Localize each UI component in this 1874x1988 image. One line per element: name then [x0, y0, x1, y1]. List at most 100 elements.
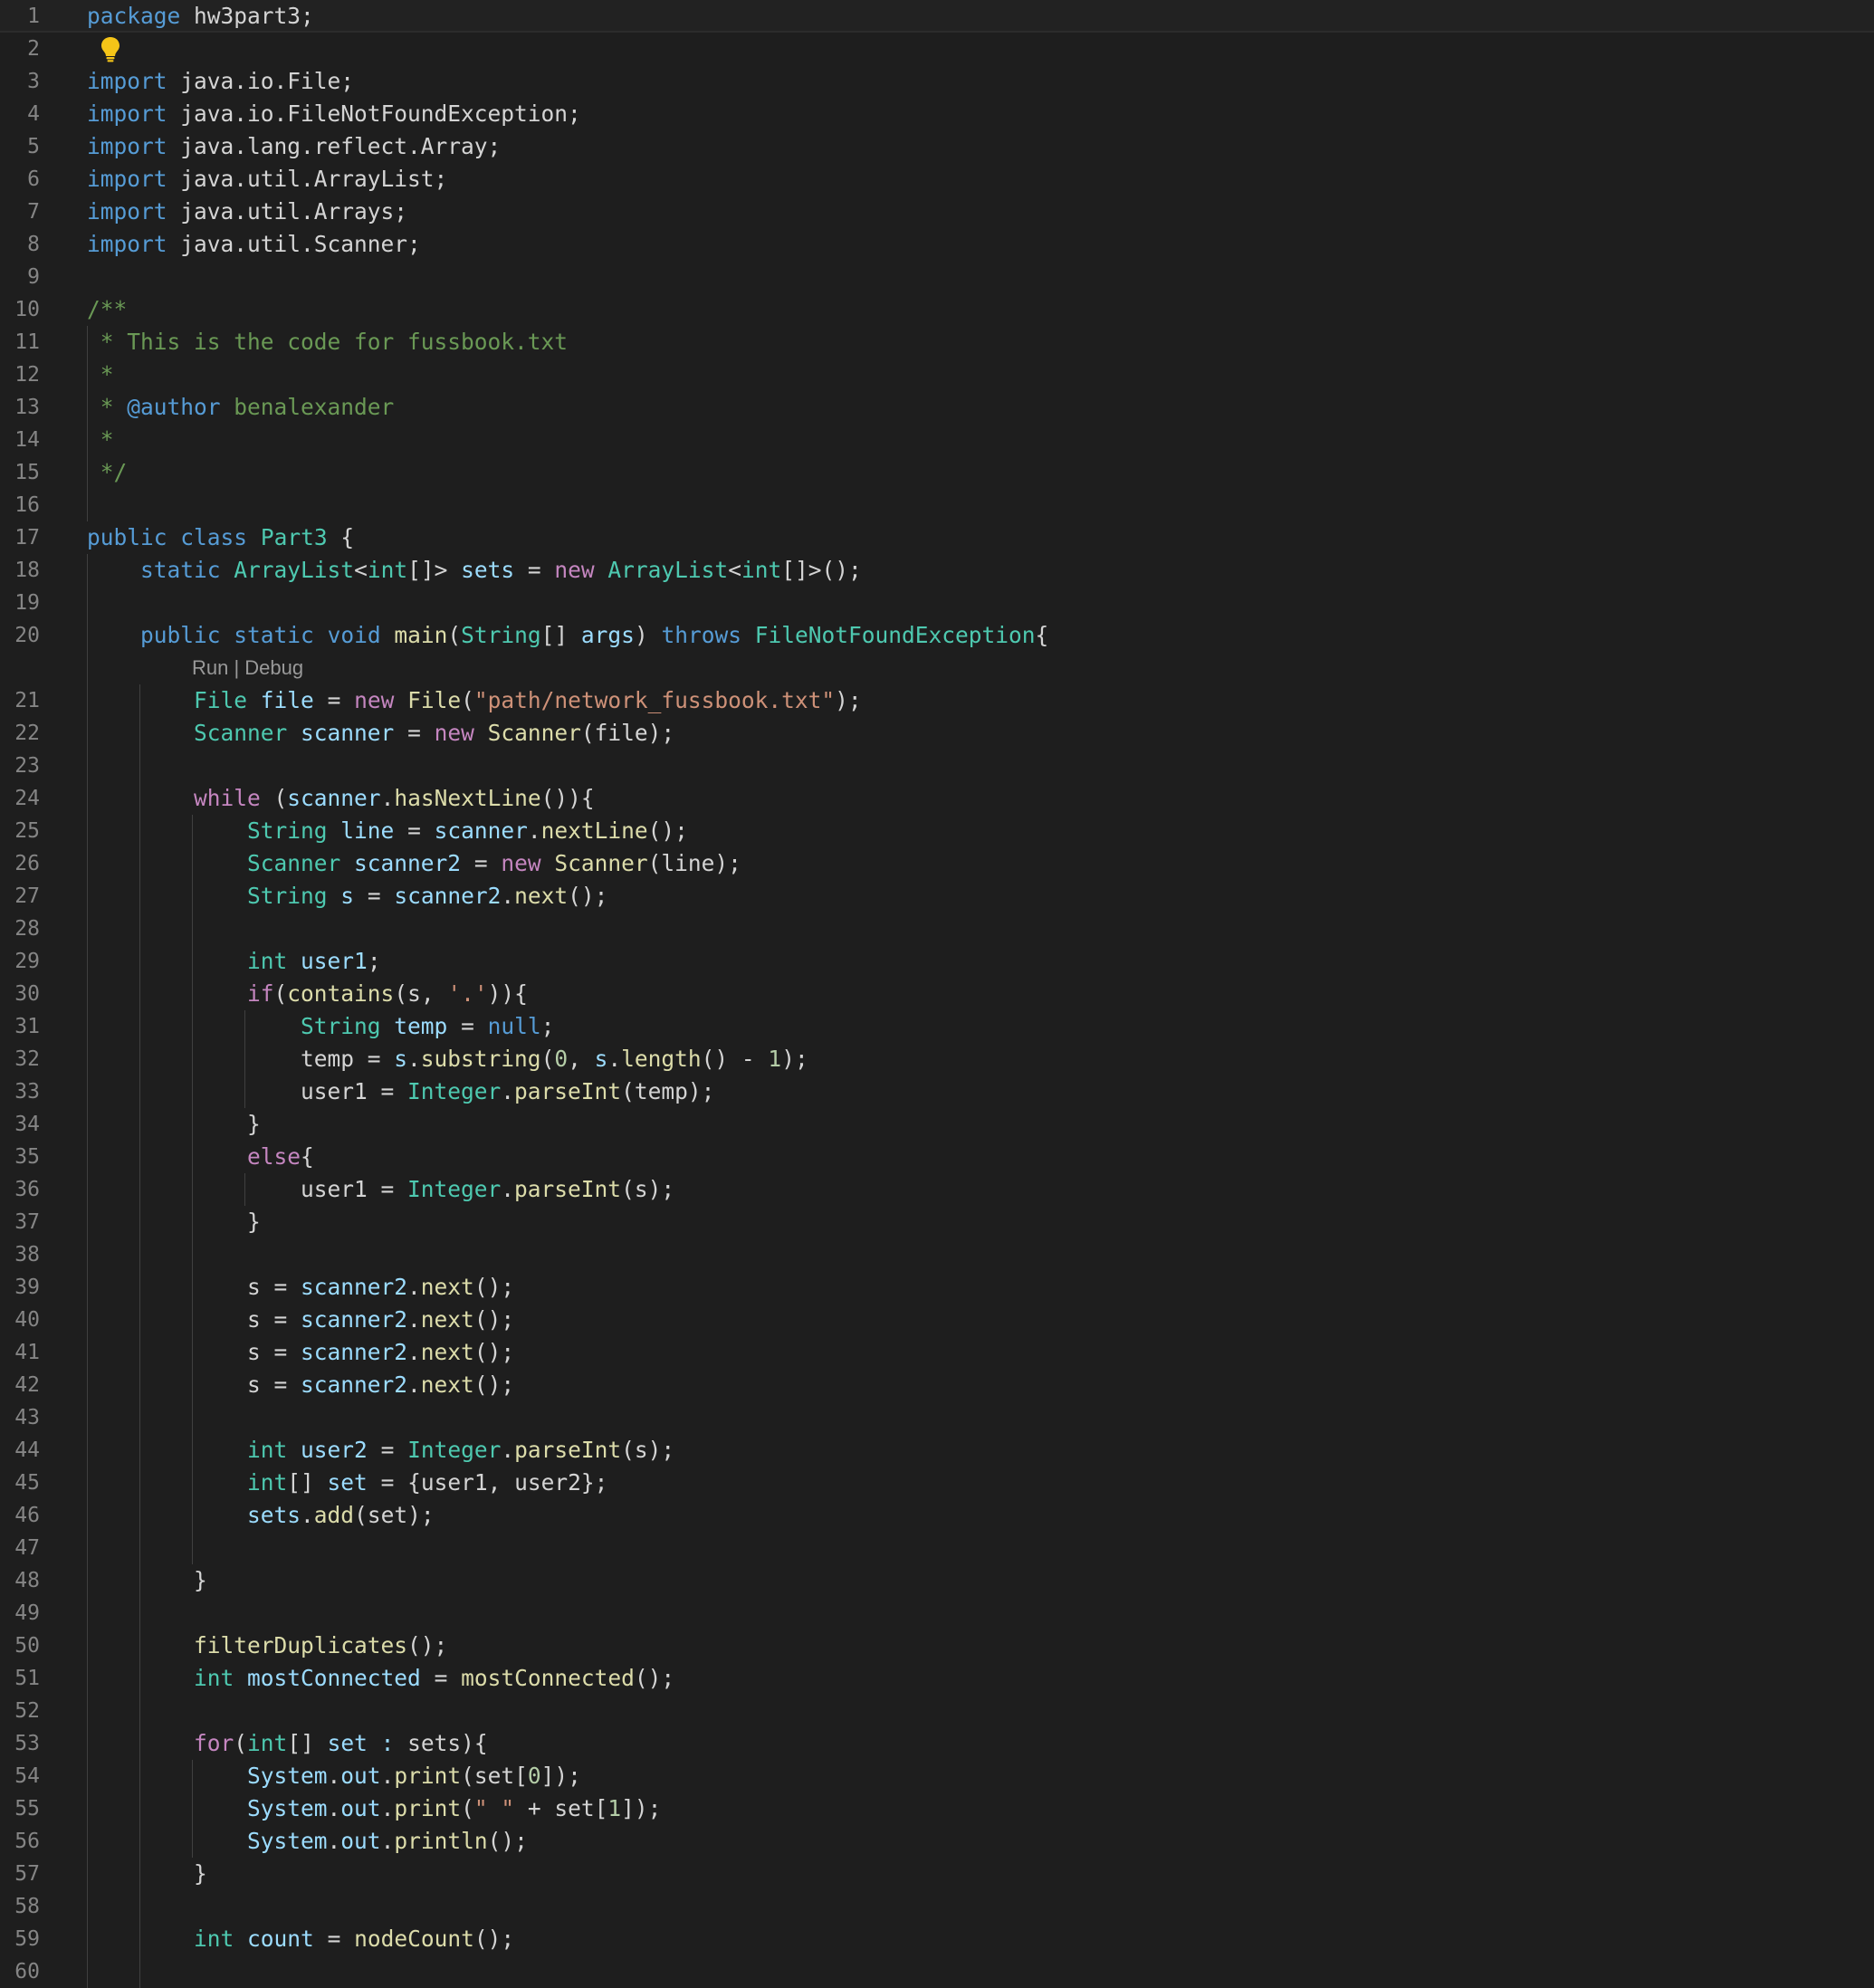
code-token: int [367, 557, 408, 583]
code-line[interactable]: 52 [0, 1695, 1874, 1727]
code-line[interactable]: 41 s = scanner2.next(); [0, 1336, 1874, 1369]
code-line[interactable]: 36 user1 = Integer.parseInt(s); [0, 1173, 1874, 1206]
code-line[interactable]: 4 import java.io.FileNotFoundException; [0, 98, 1874, 130]
line-number: 55 [14, 1797, 40, 1821]
code-line[interactable]: 43 [0, 1401, 1874, 1434]
code-line[interactable]: 21 File file = new File("path/network_fu… [0, 684, 1874, 717]
code-line[interactable]: 26 Scanner scanner2 = new Scanner(line); [0, 847, 1874, 880]
code-line[interactable]: 5 import java.lang.reflect.Array; [0, 130, 1874, 163]
code-token: 1 [607, 1795, 622, 1821]
code-line[interactable]: 54 System.out.print(set[0]); [0, 1760, 1874, 1792]
code-editor[interactable]: 1 package hw3part3; 2 3 import java.io.File;… [0, 0, 1874, 1988]
code-line[interactable]: 22 Scanner scanner = new Scanner(file); [0, 717, 1874, 750]
code-line[interactable]: 38 [0, 1238, 1874, 1271]
code-token: int [247, 1730, 288, 1756]
code-line[interactable]: 37 } [0, 1206, 1874, 1238]
code-line[interactable]: 19 [0, 587, 1874, 619]
code-line[interactable]: 3 import java.io.File; [0, 65, 1874, 98]
line-number: 6 [27, 167, 40, 191]
line-code: import java.io.FileNotFoundException; [87, 98, 581, 130]
code-token: FileNotFoundException [754, 622, 1036, 648]
code-line[interactable]: 44 int user2 = Integer.parseInt(s); [0, 1434, 1874, 1467]
code-line[interactable]: 31 String temp = null; [0, 1010, 1874, 1043]
line-number: 54 [14, 1764, 40, 1788]
code-line[interactable]: 57 } [0, 1858, 1874, 1890]
code-line[interactable]: 1 package hw3part3; [0, 0, 1874, 33]
code-token: [] [287, 1469, 328, 1496]
code-line[interactable]: 32 temp = s.substring(0, s.length() - 1)… [0, 1043, 1874, 1075]
code-token: (); [473, 1274, 515, 1300]
line-code: static ArrayList<int[]> sets = new Array… [87, 554, 862, 587]
code-line[interactable]: 6 import java.util.ArrayList; [0, 163, 1874, 196]
code-line[interactable]: 59 int count = nodeCount(); [0, 1923, 1874, 1955]
lightbulb-icon[interactable] [98, 34, 123, 63]
code-line[interactable]: 30 if(contains(s, '.')){ [0, 978, 1874, 1010]
line-number: 2 [27, 37, 40, 61]
code-line[interactable]: 8 import java.util.Scanner; [0, 228, 1874, 261]
code-token: []> [407, 557, 462, 583]
code-line[interactable]: 35 else{ [0, 1141, 1874, 1173]
code-line[interactable]: 15 */ [0, 456, 1874, 489]
code-line[interactable]: 16 [0, 489, 1874, 521]
code-line[interactable]: 20 public static void main(String[] args… [0, 619, 1874, 652]
line-number: 40 [14, 1308, 40, 1332]
code-token: { [1035, 622, 1049, 648]
code-line[interactable]: 46 sets.add(set); [0, 1499, 1874, 1532]
line-code: if(contains(s, '.')){ [87, 978, 528, 1010]
code-line[interactable]: 14 * [0, 424, 1874, 456]
code-line[interactable]: 60 [0, 1955, 1874, 1988]
code-line[interactable]: 23 [0, 750, 1874, 782]
code-token: ArrayList [607, 557, 729, 583]
codelens-run-debug[interactable]: Run | Debug [0, 652, 1874, 684]
code-token: nodeCount [354, 1926, 474, 1952]
code-line[interactable]: 42 s = scanner2.next(); [0, 1369, 1874, 1401]
code-line[interactable]: 29 int user1; [0, 945, 1874, 978]
code-token: (s); [621, 1437, 675, 1463]
code-line[interactable]: 48 } [0, 1564, 1874, 1597]
code-line[interactable]: 50 filterDuplicates(); [0, 1630, 1874, 1662]
code-line[interactable]: 17 public class Part3 { [0, 521, 1874, 554]
code-line[interactable]: 39 s = scanner2.next(); [0, 1271, 1874, 1304]
code-token: (); [473, 1372, 515, 1398]
line-code: String temp = null; [87, 1010, 554, 1043]
code-line[interactable]: 11 * This is the code for fussbook.txt [0, 326, 1874, 358]
code-token: line [340, 817, 395, 844]
code-token: ( [260, 785, 288, 811]
code-line[interactable]: 18 static ArrayList<int[]> sets = new Ar… [0, 554, 1874, 587]
code-line[interactable]: 56 System.out.println(); [0, 1825, 1874, 1858]
code-line[interactable]: 49 [0, 1597, 1874, 1630]
code-line[interactable]: 25 String line = scanner.nextLine(); [0, 815, 1874, 847]
code-line[interactable]: 33 user1 = Integer.parseInt(temp); [0, 1075, 1874, 1108]
code-token: args [580, 622, 635, 648]
line-number: 58 [14, 1895, 40, 1918]
code-line[interactable]: 51 int mostConnected = mostConnected(); [0, 1662, 1874, 1695]
code-line[interactable]: 12 * [0, 358, 1874, 391]
code-line[interactable]: 40 s = scanner2.next(); [0, 1304, 1874, 1336]
code-token: 0 [554, 1046, 569, 1072]
code-line[interactable]: 27 String s = scanner2.next(); [0, 880, 1874, 913]
code-line[interactable]: 9 [0, 261, 1874, 293]
code-token: import [87, 231, 167, 257]
code-line[interactable]: 7 import java.util.Arrays; [0, 196, 1874, 228]
code-line[interactable]: 55 System.out.print(" " + set[1]); [0, 1792, 1874, 1825]
code-line[interactable]: 2 [0, 33, 1874, 65]
code-line[interactable]: 53 for(int[] set : sets){ [0, 1727, 1874, 1760]
code-line[interactable]: 47 [0, 1532, 1874, 1564]
code-line[interactable]: 34 } [0, 1108, 1874, 1141]
code-line[interactable]: 24 while (scanner.hasNextLine()){ [0, 782, 1874, 815]
code-line[interactable]: 58 [0, 1890, 1874, 1923]
code-line[interactable]: 13 * @author benalexander [0, 391, 1874, 424]
code-line[interactable]: 45 int[] set = {user1, user2}; [0, 1467, 1874, 1499]
code-token: print [394, 1795, 462, 1821]
code-token: (file); [580, 720, 675, 746]
code-line[interactable]: 10 /** [0, 293, 1874, 326]
codelens-label[interactable]: Run | Debug [192, 652, 303, 684]
code-line[interactable]: 28 [0, 913, 1874, 945]
